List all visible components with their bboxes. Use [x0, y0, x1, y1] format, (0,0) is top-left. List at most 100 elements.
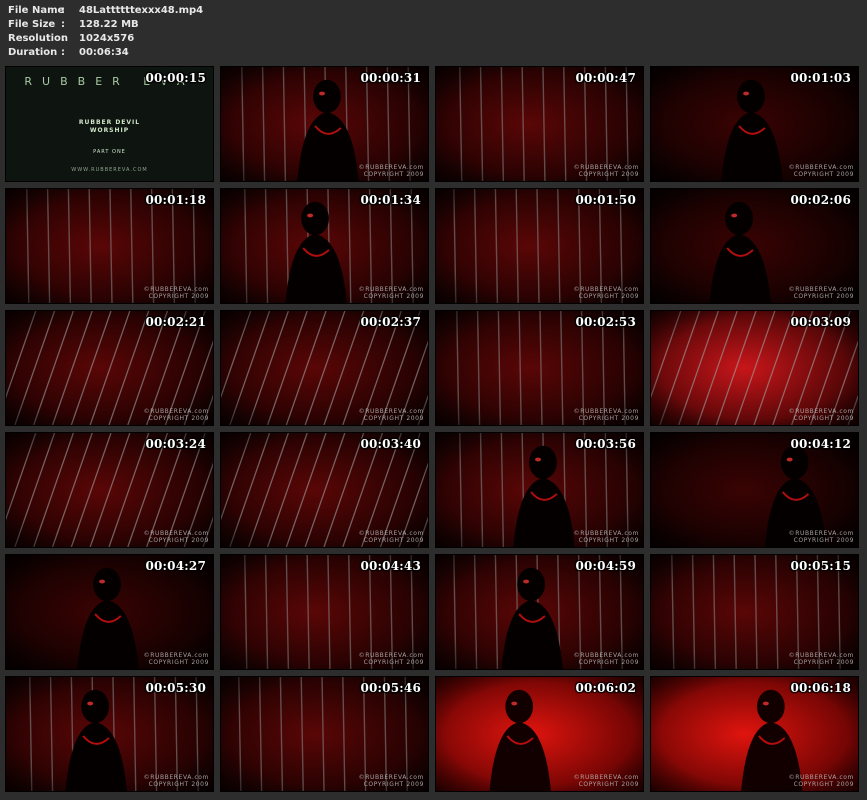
thumbnail-grid: RUBBER EVA RUBBER DEVIL WORSHIP PART ONE WWW… [5, 66, 864, 798]
file-name-value: 48Lattttttexxx48.mp4 [79, 5, 204, 16]
watermark-brand: ©RUBBEREVA.com [358, 530, 424, 537]
watermark-copyright: COPYRIGHT 2009 [793, 415, 854, 422]
frame-timestamp: 00:03:56 [575, 437, 636, 451]
separator: : [61, 33, 65, 44]
frame-timestamp: 00:00:47 [575, 71, 636, 85]
video-thumbnail: 00:06:18 ©RUBBEREVA.com COPYRIGHT 2009 [650, 676, 859, 792]
watermark-copyright: COPYRIGHT 2009 [793, 171, 854, 178]
watermark-brand: ©RUBBEREVA.com [573, 530, 639, 537]
watermark: ©RUBBEREVA.com COPYRIGHT 2009 [137, 774, 209, 788]
file-size-row: File Size : 128.22 MB [8, 18, 203, 32]
watermark-brand: ©RUBBEREVA.com [143, 286, 209, 293]
frame-timestamp: 00:01:34 [360, 193, 421, 207]
separator: : [61, 19, 65, 30]
video-thumbnail: 00:01:18 ©RUBBEREVA.com COPYRIGHT 2009 [5, 188, 214, 304]
watermark-copyright: COPYRIGHT 2009 [363, 781, 424, 788]
file-name-label: File Name [8, 5, 65, 16]
video-thumbnail: 00:02:37 ©RUBBEREVA.com COPYRIGHT 2009 [220, 310, 429, 426]
video-thumbnail: 00:03:09 ©RUBBEREVA.com COPYRIGHT 2009 [650, 310, 859, 426]
frame-timestamp: 00:02:53 [575, 315, 636, 329]
frame-timestamp: 00:01:03 [790, 71, 851, 85]
duration-row: Duration : 00:06:34 [8, 46, 203, 60]
watermark: ©RUBBEREVA.com COPYRIGHT 2009 [137, 408, 209, 422]
watermark-brand: ©RUBBEREVA.com [788, 530, 854, 537]
frame-timestamp: 00:05:46 [360, 681, 421, 695]
watermark-brand: ©RUBBEREVA.com [358, 408, 424, 415]
watermark-copyright: COPYRIGHT 2009 [363, 537, 424, 544]
watermark-copyright: COPYRIGHT 2009 [363, 171, 424, 178]
watermark-copyright: COPYRIGHT 2009 [578, 659, 639, 666]
video-thumbnail: 00:03:56 ©RUBBEREVA.com COPYRIGHT 2009 [435, 432, 644, 548]
watermark: ©RUBBEREVA.com COPYRIGHT 2009 [567, 774, 639, 788]
video-thumbnail: 00:04:27 ©RUBBEREVA.com COPYRIGHT 2009 [5, 554, 214, 670]
watermark-brand: ©RUBBEREVA.com [573, 408, 639, 415]
frame-timestamp: 00:00:31 [360, 71, 421, 85]
watermark-copyright: COPYRIGHT 2009 [363, 659, 424, 666]
watermark: ©RUBBEREVA.com COPYRIGHT 2009 [137, 530, 209, 544]
watermark-copyright: COPYRIGHT 2009 [578, 415, 639, 422]
watermark-brand: ©RUBBEREVA.com [788, 774, 854, 781]
watermark-copyright: COPYRIGHT 2009 [793, 293, 854, 300]
watermark: ©RUBBEREVA.com COPYRIGHT 2009 [352, 652, 424, 666]
watermark: ©RUBBEREVA.com COPYRIGHT 2009 [782, 408, 854, 422]
watermark-copyright: COPYRIGHT 2009 [148, 659, 209, 666]
frame-timestamp: 00:04:43 [360, 559, 421, 573]
frame-timestamp: 00:03:40 [360, 437, 421, 451]
watermark-brand: ©RUBBEREVA.com [143, 530, 209, 537]
watermark: ©RUBBEREVA.com COPYRIGHT 2009 [567, 530, 639, 544]
file-size-value: 128.22 MB [79, 19, 139, 30]
video-thumbnail: 00:06:02 ©RUBBEREVA.com COPYRIGHT 2009 [435, 676, 644, 792]
video-thumbnail: 00:00:31 ©RUBBEREVA.com COPYRIGHT 2009 [220, 66, 429, 182]
watermark: ©RUBBEREVA.com COPYRIGHT 2009 [782, 164, 854, 178]
frame-timestamp: 00:02:06 [790, 193, 851, 207]
watermark: ©RUBBEREVA.com COPYRIGHT 2009 [137, 286, 209, 300]
resolution-row: Resolution : 1024x576 [8, 32, 203, 46]
video-thumbnail: 00:05:30 ©RUBBEREVA.com COPYRIGHT 2009 [5, 676, 214, 792]
watermark-copyright: COPYRIGHT 2009 [148, 781, 209, 788]
file-info-header: File Name : 48Lattttttexxx48.mp4 File Si… [8, 4, 203, 60]
watermark-brand: ©RUBBEREVA.com [788, 408, 854, 415]
frame-timestamp: 00:00:15 [145, 71, 206, 85]
watermark-copyright: COPYRIGHT 2009 [148, 293, 209, 300]
video-thumbnail: 00:04:12 ©RUBBEREVA.com COPYRIGHT 2009 [650, 432, 859, 548]
watermark-brand: ©RUBBEREVA.com [358, 774, 424, 781]
video-thumbnail: 00:01:34 ©RUBBEREVA.com COPYRIGHT 2009 [220, 188, 429, 304]
video-thumbnail: 00:02:53 ©RUBBEREVA.com COPYRIGHT 2009 [435, 310, 644, 426]
video-thumbnail: 00:04:43 ©RUBBEREVA.com COPYRIGHT 2009 [220, 554, 429, 670]
watermark-brand: ©RUBBEREVA.com [143, 408, 209, 415]
video-thumbnail: 00:03:24 ©RUBBEREVA.com COPYRIGHT 2009 [5, 432, 214, 548]
frame-timestamp: 00:04:59 [575, 559, 636, 573]
watermark-brand: ©RUBBEREVA.com [573, 774, 639, 781]
title-card-subtitle: RUBBER DEVIL [78, 119, 141, 126]
frame-timestamp: 00:02:21 [145, 315, 206, 329]
watermark-copyright: COPYRIGHT 2009 [578, 781, 639, 788]
video-thumbnail: 00:01:03 ©RUBBEREVA.com COPYRIGHT 2009 [650, 66, 859, 182]
watermark: ©RUBBEREVA.com COPYRIGHT 2009 [352, 774, 424, 788]
video-thumbnail: 00:04:59 ©RUBBEREVA.com COPYRIGHT 2009 [435, 554, 644, 670]
watermark: ©RUBBEREVA.com COPYRIGHT 2009 [782, 774, 854, 788]
frame-timestamp: 00:06:18 [790, 681, 851, 695]
watermark-copyright: COPYRIGHT 2009 [363, 415, 424, 422]
frame-timestamp: 00:03:24 [145, 437, 206, 451]
resolution-label: Resolution [8, 33, 69, 44]
watermark-copyright: COPYRIGHT 2009 [793, 781, 854, 788]
watermark-brand: ©RUBBEREVA.com [573, 164, 639, 171]
watermark: ©RUBBEREVA.com COPYRIGHT 2009 [567, 286, 639, 300]
watermark-copyright: COPYRIGHT 2009 [578, 293, 639, 300]
separator: : [61, 5, 65, 16]
title-card-url: WWW.RUBBEREVA.COM [71, 167, 148, 173]
frame-timestamp: 00:02:37 [360, 315, 421, 329]
watermark-copyright: COPYRIGHT 2009 [578, 171, 639, 178]
watermark-brand: ©RUBBEREVA.com [788, 164, 854, 171]
file-size-label: File Size [8, 19, 56, 30]
watermark: ©RUBBEREVA.com COPYRIGHT 2009 [567, 408, 639, 422]
watermark-brand: ©RUBBEREVA.com [358, 652, 424, 659]
video-thumbnail: 00:02:06 ©RUBBEREVA.com COPYRIGHT 2009 [650, 188, 859, 304]
watermark-brand: ©RUBBEREVA.com [358, 164, 424, 171]
watermark-brand: ©RUBBEREVA.com [358, 286, 424, 293]
video-thumbnail: 00:00:47 ©RUBBEREVA.com COPYRIGHT 2009 [435, 66, 644, 182]
duration-label: Duration [8, 47, 58, 58]
watermark-copyright: COPYRIGHT 2009 [363, 293, 424, 300]
frame-timestamp: 00:05:15 [790, 559, 851, 573]
watermark-copyright: COPYRIGHT 2009 [793, 659, 854, 666]
